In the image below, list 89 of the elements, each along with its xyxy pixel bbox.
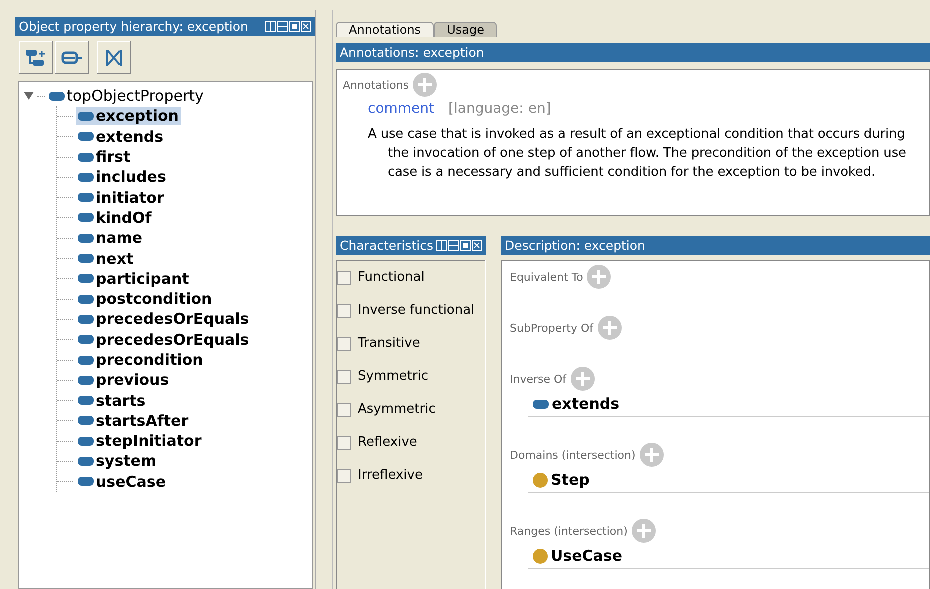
add-icon[interactable] [598,316,622,340]
tree-item[interactable]: stepInitiator [76,432,204,450]
window-controls-icon[interactable] [265,20,311,32]
tree-item[interactable]: precedesOrEquals [76,330,252,349]
section-label: SubProperty Of [510,322,594,334]
panel-title: Characteristics [340,238,434,253]
entity-label[interactable]: extends [552,395,620,413]
tab[interactable]: Annotations [336,22,434,37]
tree-item[interactable]: postcondition [76,290,214,308]
checkbox[interactable] [337,436,351,450]
tree-item[interactable]: next [76,250,136,268]
delete-button[interactable] [97,41,131,74]
section-label: Ranges (intersection) [510,524,628,538]
property-icon [78,234,94,243]
tree-item[interactable]: previous [76,371,172,390]
tree-item[interactable]: exception [76,107,181,126]
tree-item[interactable]: useCase [76,472,168,491]
characteristic-label: Transitive [358,336,420,351]
property-icon [78,456,94,466]
panel-title: Object property hierarchy: exception [19,19,248,34]
property-icon [78,356,94,364]
property-icon [78,112,94,121]
tree-item[interactable]: participant [76,270,192,288]
tree-item[interactable]: name [76,229,145,248]
property-icon [533,400,549,408]
add-icon[interactable] [570,367,595,391]
add-icon[interactable] [640,443,664,467]
property-icon [78,335,94,344]
checkbox[interactable] [337,270,351,284]
tab[interactable]: Usage [434,22,498,37]
delete-icon [104,48,124,68]
language-tag: [language: en] [448,101,552,117]
checkbox[interactable] [337,468,351,482]
characteristic-label: Irreflexive [358,468,423,483]
checkbox[interactable] [337,304,351,318]
tree-item[interactable]: startsAfter [76,412,191,430]
characteristic-label: Functional [358,270,425,285]
window-controls-icon[interactable] [436,240,482,252]
property-icon [78,416,94,426]
property-icon [78,396,94,406]
panel-title: Description: exception [505,238,646,253]
add-icon[interactable] [587,265,612,289]
property-icon [78,193,94,202]
hierarchy-add-icon [25,48,47,68]
tree-item[interactable]: kindOf [76,208,154,227]
property-icon [78,376,94,385]
property-icon [78,477,94,486]
add-subproperty-button[interactable] [19,41,53,74]
panel-title: Annotations: exception [340,45,484,60]
tree-item[interactable]: starts [76,392,148,410]
section-label: Inverse Of [510,372,567,386]
property-icon [78,172,94,182]
add-icon[interactable] [632,519,656,543]
property-icon [49,92,65,101]
checkbox[interactable] [337,402,351,416]
entity-label[interactable]: UseCase [551,547,623,565]
property-icon [78,213,94,222]
property-icon [78,254,94,264]
add-sibling-button[interactable] [55,41,89,74]
checkbox[interactable] [337,370,351,384]
tree-item[interactable]: system [76,452,159,470]
characteristic-label: Symmetric [358,369,428,384]
add-icon[interactable] [413,73,438,97]
tree-item[interactable]: extends [76,128,166,146]
tree-item[interactable]: precedesOrEquals [76,310,252,328]
tree-item[interactable]: includes [76,168,168,186]
tree-item[interactable]: initiator [76,188,166,207]
property-icon [78,274,94,284]
expand-toggle-icon[interactable] [23,91,35,102]
tree-item[interactable]: first [76,148,133,166]
annotation-text: A use case that is invoked as a result of an exceptional condition that occurs during the invocation of one step of another flow. The precondition of the exception use case is a necessary and sufficient condition for the exception to be invoked. [368,126,907,182]
annotation-property[interactable]: comment [368,101,435,117]
tree-item[interactable]: topObjectProperty [47,87,206,106]
section-label: Equivalent To [510,270,584,284]
property-icon [78,132,94,142]
entity-label[interactable]: Step [551,471,590,489]
checkbox[interactable] [337,336,351,350]
class-icon [533,472,548,488]
section-label: Domains (intersection) [510,448,636,462]
property-icon [78,314,94,324]
property-icon [78,152,94,162]
section-label: Annotations [343,78,410,92]
characteristic-label: Asymmetric [358,402,436,417]
property-icon [78,436,94,446]
characteristic-label: Reflexive [358,435,418,450]
class-icon [533,548,548,564]
characteristic-label: Inverse functional [358,303,475,318]
property-icon [78,294,94,304]
tree-item[interactable]: precondition [76,351,206,369]
